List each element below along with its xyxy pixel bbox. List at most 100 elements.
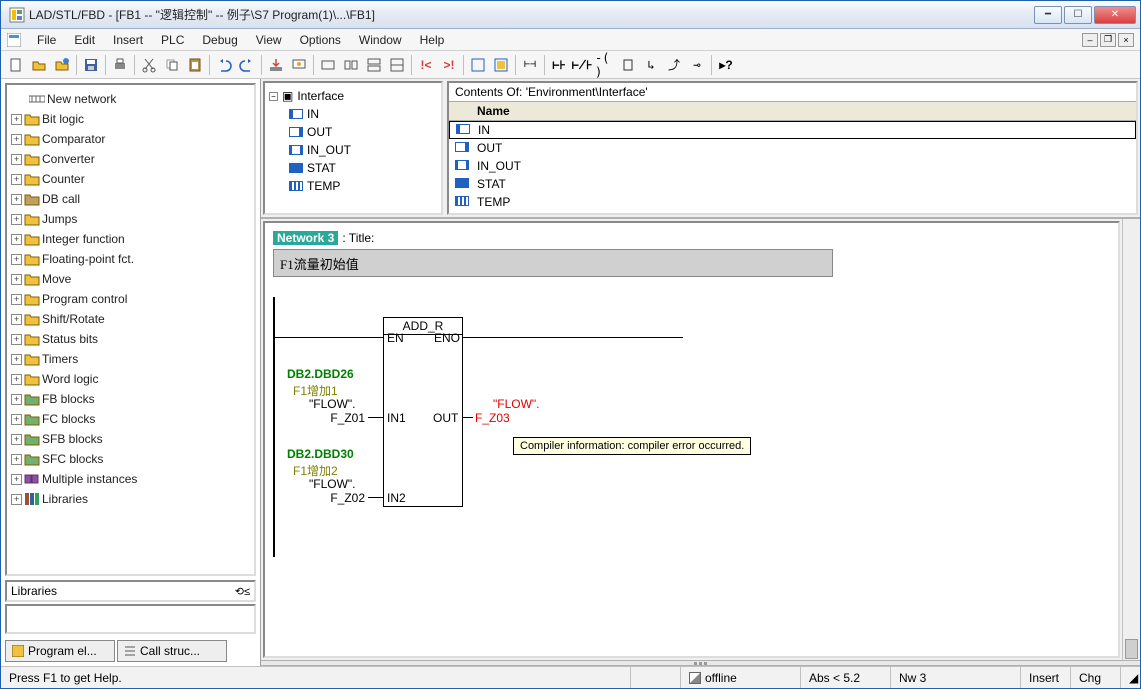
expander-icon[interactable]: + bbox=[11, 234, 22, 245]
contents-row-in[interactable]: IN bbox=[449, 121, 1136, 139]
box-icon[interactable] bbox=[617, 54, 639, 76]
mdi-close[interactable]: × bbox=[1118, 33, 1134, 47]
iface-stat[interactable]: STAT bbox=[269, 159, 437, 177]
nc-contact-icon[interactable]: ⊬⊦ bbox=[571, 54, 593, 76]
coil-icon[interactable]: -( ) bbox=[594, 54, 616, 76]
titlebar[interactable]: LAD/STL/FBD - [FB1 -- "逻辑控制" -- 例子\S7 Pr… bbox=[1, 1, 1140, 29]
ladder-editor[interactable]: Network 3 : Title: F1流量初始值 bbox=[263, 221, 1120, 658]
expander-icon[interactable]: + bbox=[11, 274, 22, 285]
expander-icon[interactable]: + bbox=[11, 294, 22, 305]
cut-button[interactable] bbox=[138, 54, 160, 76]
tree-item-program-control[interactable]: +Program control bbox=[9, 289, 252, 309]
expander-icon[interactable]: + bbox=[11, 394, 22, 405]
tree-item-fb-blocks[interactable]: +FB blocks bbox=[9, 389, 252, 409]
tree-item-converter[interactable]: +Converter bbox=[9, 149, 252, 169]
menu-window[interactable]: Window bbox=[351, 31, 410, 49]
menu-insert[interactable]: Insert bbox=[105, 31, 151, 49]
no-contact-icon[interactable]: ⊢⊦ bbox=[548, 54, 570, 76]
contents-row-inout[interactable]: IN_OUT bbox=[449, 157, 1136, 175]
contents-row-out[interactable]: OUT bbox=[449, 139, 1136, 157]
iface-inout[interactable]: IN_OUT bbox=[269, 141, 437, 159]
menu-view[interactable]: View bbox=[248, 31, 290, 49]
iface-out[interactable]: OUT bbox=[269, 123, 437, 141]
menu-debug[interactable]: Debug bbox=[194, 31, 245, 49]
menu-file[interactable]: File bbox=[29, 31, 64, 49]
save-online-button[interactable] bbox=[51, 54, 73, 76]
sig1-var[interactable]: F_Z01 bbox=[313, 411, 365, 425]
tree-item-timers[interactable]: +Timers bbox=[9, 349, 252, 369]
iface-in[interactable]: IN bbox=[269, 105, 437, 123]
maximize-button[interactable]: ☐ bbox=[1064, 6, 1092, 24]
scroll-thumb[interactable] bbox=[1125, 639, 1138, 659]
expander-icon[interactable]: + bbox=[11, 154, 22, 165]
expander-icon[interactable]: + bbox=[11, 334, 22, 345]
expander-icon[interactable]: + bbox=[11, 434, 22, 445]
iface-temp[interactable]: TEMP bbox=[269, 177, 437, 195]
status-grip[interactable]: ◢ bbox=[1120, 667, 1140, 688]
expander-icon[interactable]: + bbox=[11, 414, 22, 425]
expander-icon[interactable]: + bbox=[11, 114, 22, 125]
tree-item-db-call[interactable]: +DB call bbox=[9, 189, 252, 209]
redo-button[interactable] bbox=[236, 54, 258, 76]
tree-item-floating-point-fct-[interactable]: +Floating-point fct. bbox=[9, 249, 252, 269]
sigout-var[interactable]: F_Z03 bbox=[475, 411, 510, 425]
download-button[interactable] bbox=[265, 54, 287, 76]
tb-lad-icon[interactable]: ⊢⊣ bbox=[519, 54, 541, 76]
interface-tree[interactable]: − ▣ Interface IN OUT IN_OUT STAT TEMP bbox=[263, 81, 443, 215]
tree-item-status-bits[interactable]: +Status bits bbox=[9, 329, 252, 349]
tree-item-bit-logic[interactable]: +Bit logic bbox=[9, 109, 252, 129]
minimize-button[interactable]: ━ bbox=[1034, 6, 1062, 24]
close-button[interactable]: ✕ bbox=[1094, 6, 1136, 24]
tb-icon-1[interactable] bbox=[317, 54, 339, 76]
branch-close-icon[interactable]: ⤴ bbox=[663, 54, 685, 76]
filter-toggle-icon[interactable]: ⟲≤ bbox=[235, 585, 250, 598]
paste-button[interactable] bbox=[184, 54, 206, 76]
fbd-canvas[interactable]: ADD_R EN ENO IN1 OUT IN2 DB2.DBD26 F1增加1… bbox=[273, 297, 973, 577]
expander-icon[interactable]: + bbox=[11, 254, 22, 265]
menu-edit[interactable]: Edit bbox=[66, 31, 103, 49]
contents-row-stat[interactable]: STAT bbox=[449, 175, 1136, 193]
tree-item-multiple-instances[interactable]: +Multiple instances bbox=[9, 469, 252, 489]
tree-item-integer-function[interactable]: +Integer function bbox=[9, 229, 252, 249]
tree-item-word-logic[interactable]: +Word logic bbox=[9, 369, 252, 389]
menu-plc[interactable]: PLC bbox=[153, 31, 192, 49]
save-button[interactable] bbox=[80, 54, 102, 76]
menu-options[interactable]: Options bbox=[292, 31, 349, 49]
tb-icon-4[interactable] bbox=[386, 54, 408, 76]
tb-exclaim[interactable]: !< bbox=[415, 54, 437, 76]
tree-item-sfc-blocks[interactable]: +SFC blocks bbox=[9, 449, 252, 469]
tree-item-move[interactable]: +Move bbox=[9, 269, 252, 289]
expander-icon[interactable]: + bbox=[11, 134, 22, 145]
menu-help[interactable]: Help bbox=[412, 31, 453, 49]
undo-button[interactable] bbox=[213, 54, 235, 76]
tab-program-elements[interactable]: Program el... bbox=[5, 640, 115, 662]
tree-item-libraries[interactable]: +Libraries bbox=[9, 489, 252, 509]
tb-view2[interactable] bbox=[490, 54, 512, 76]
expander-icon[interactable]: + bbox=[11, 474, 22, 485]
instruction-tree[interactable]: New network +Bit logic+Comparator+Conver… bbox=[5, 83, 256, 576]
branch-open-icon[interactable]: ↳ bbox=[640, 54, 662, 76]
expander-icon[interactable]: + bbox=[11, 314, 22, 325]
mdi-restore[interactable]: ❐ bbox=[1100, 33, 1116, 47]
tree-item-shift-rotate[interactable]: +Shift/Rotate bbox=[9, 309, 252, 329]
copy-button[interactable] bbox=[161, 54, 183, 76]
new-button[interactable] bbox=[5, 54, 27, 76]
connect-icon[interactable]: ⊸ bbox=[686, 54, 708, 76]
help-cursor-icon[interactable]: ▸? bbox=[715, 54, 737, 76]
sig2-addr[interactable]: DB2.DBD30 bbox=[287, 447, 354, 461]
tree-item-comparator[interactable]: +Comparator bbox=[9, 129, 252, 149]
tree-item-counter[interactable]: +Counter bbox=[9, 169, 252, 189]
interface-root[interactable]: − ▣ Interface bbox=[269, 87, 437, 105]
sig2-var[interactable]: F_Z02 bbox=[313, 491, 365, 505]
tree-item-jumps[interactable]: +Jumps bbox=[9, 209, 252, 229]
tb-icon-3[interactable] bbox=[363, 54, 385, 76]
expander-icon[interactable]: + bbox=[11, 454, 22, 465]
mdi-minimize[interactable]: – bbox=[1082, 33, 1098, 47]
network-comment[interactable]: F1流量初始值 bbox=[273, 249, 833, 277]
open-button[interactable] bbox=[28, 54, 50, 76]
tb-view1[interactable] bbox=[467, 54, 489, 76]
sig1-addr[interactable]: DB2.DBD26 bbox=[287, 367, 354, 381]
editor-scrollbar[interactable] bbox=[1122, 219, 1140, 660]
libraries-list[interactable] bbox=[5, 604, 256, 634]
tb-exclaim2[interactable]: >! bbox=[438, 54, 460, 76]
